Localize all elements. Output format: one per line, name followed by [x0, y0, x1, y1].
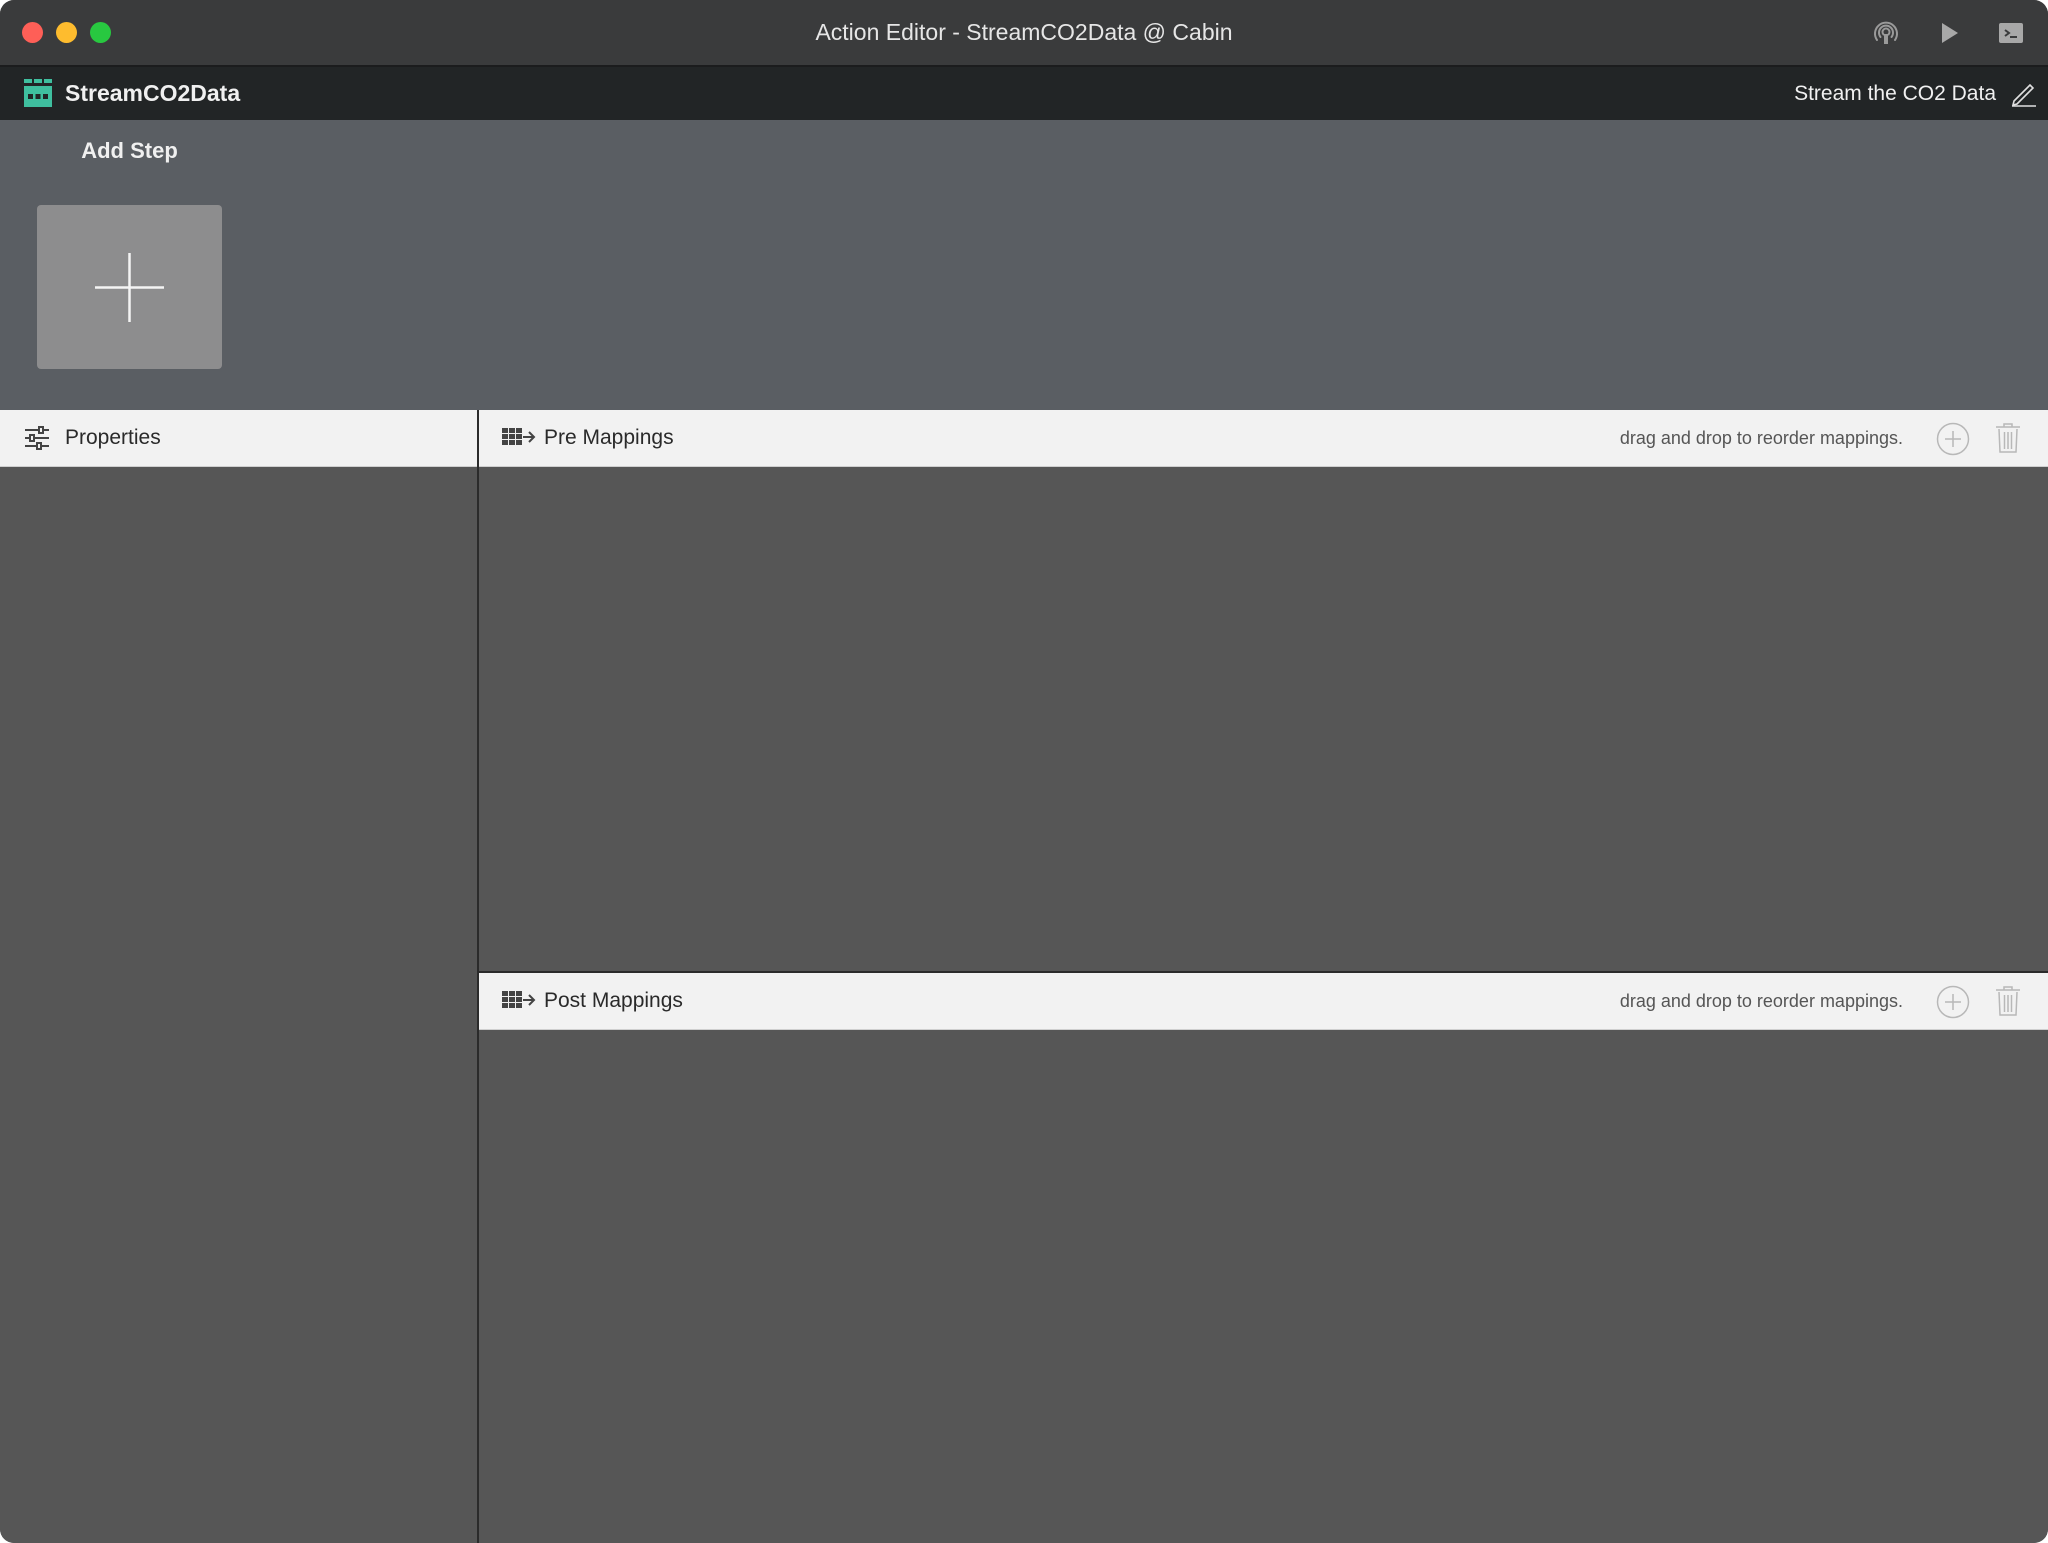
stream-icon[interactable]	[1871, 18, 1901, 48]
post-mappings-title: Post Mappings	[544, 989, 683, 1012]
plus-icon	[95, 253, 164, 322]
add-circle-icon[interactable]	[1936, 985, 1970, 1019]
trash-icon[interactable]	[1993, 985, 2023, 1017]
steps-area: Add Step	[0, 120, 2048, 410]
post-mappings-header: Post Mappings drag and drop to reorder m…	[479, 973, 2048, 1030]
properties-title: Properties	[65, 426, 161, 449]
title-bar: Action Editor - StreamCO2Data @ Cabin	[0, 0, 2048, 67]
action-header: StreamCO2Data Stream the CO2 Data	[0, 67, 2048, 120]
action-icon	[24, 79, 52, 107]
add-circle-icon[interactable]	[1936, 422, 1970, 456]
properties-header: Properties	[0, 410, 477, 467]
sliders-icon	[25, 426, 49, 450]
play-icon[interactable]	[1934, 18, 1964, 48]
properties-body	[0, 467, 477, 1543]
pencil-icon[interactable]	[2010, 79, 2038, 107]
add-step-button[interactable]	[37, 205, 222, 369]
mapping-icon	[502, 991, 536, 1008]
action-name: StreamCO2Data	[65, 80, 241, 106]
trash-icon[interactable]	[1993, 422, 2023, 454]
action-editor-window: Action Editor - StreamCO2Data @ Cabin St…	[0, 0, 2048, 1543]
mapping-icon	[502, 428, 536, 445]
post-mappings-list[interactable]	[479, 1030, 2048, 1543]
action-description[interactable]: Stream the CO2 Data	[1794, 67, 1996, 120]
pre-mappings-hint: drag and drop to reorder mappings.	[1619, 428, 1903, 448]
add-step-label: Add Step	[81, 138, 178, 163]
post-mappings-hint: drag and drop to reorder mappings.	[1619, 991, 1903, 1011]
window-title: Action Editor - StreamCO2Data @ Cabin	[815, 19, 1233, 45]
pre-mappings-list[interactable]	[479, 467, 2048, 971]
pre-mappings-header: Pre Mappings drag and drop to reorder ma…	[479, 410, 2048, 467]
pre-mappings-title: Pre Mappings	[544, 426, 674, 449]
console-icon[interactable]	[1996, 18, 2026, 48]
